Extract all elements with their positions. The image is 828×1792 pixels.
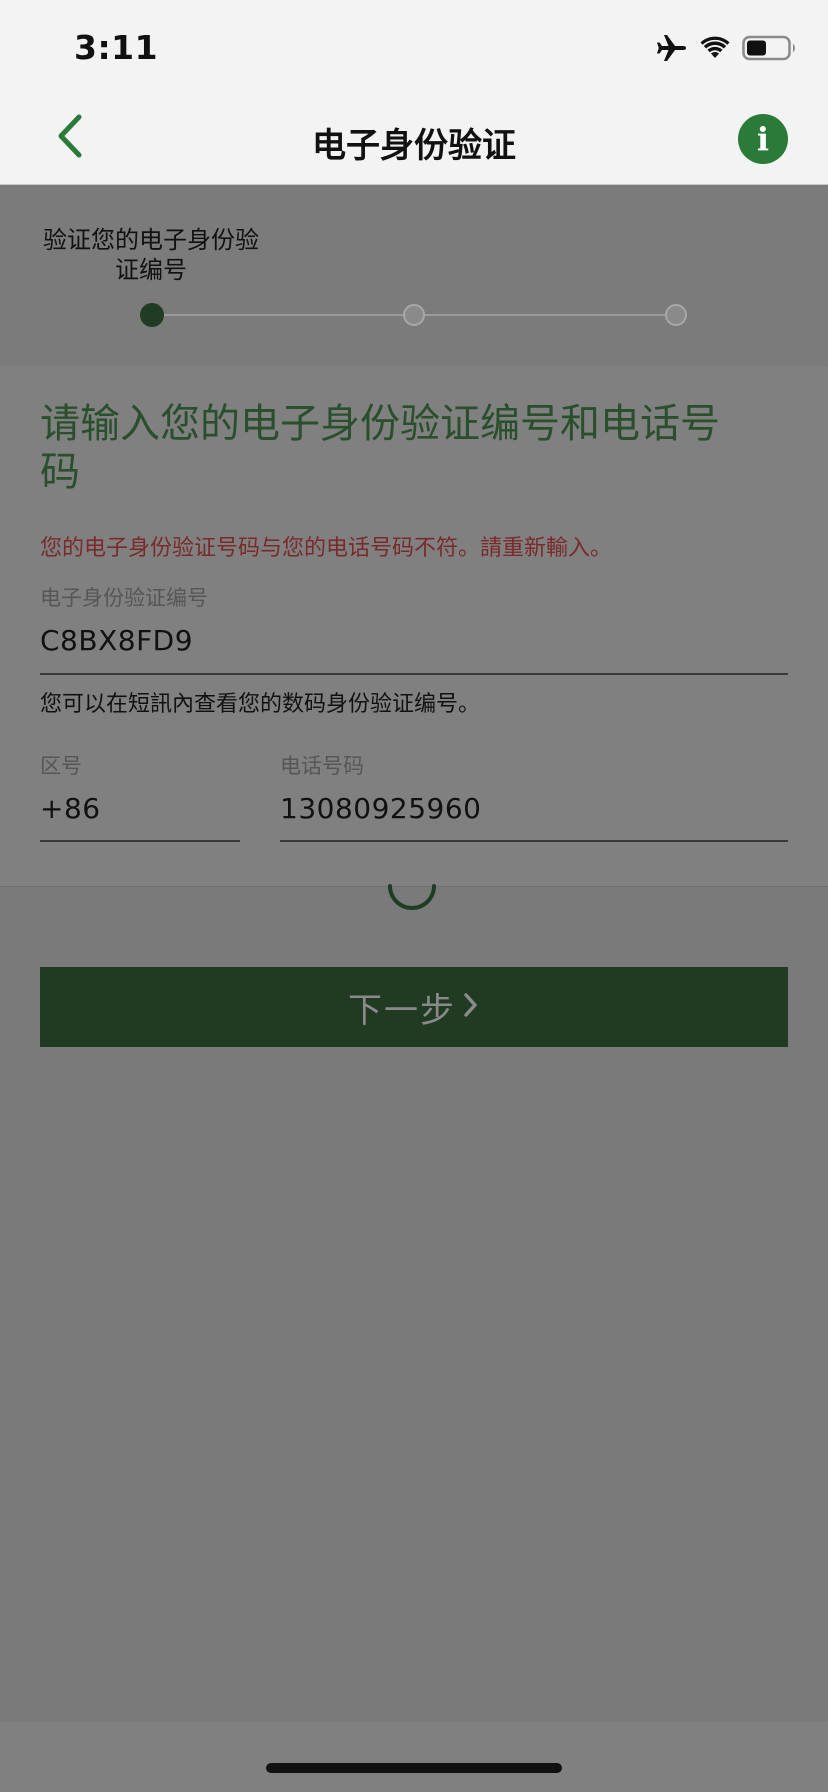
eid-underline bbox=[40, 673, 788, 675]
area-code-underline bbox=[40, 840, 240, 842]
wifi-icon bbox=[700, 36, 730, 64]
loading-spinner-icon bbox=[386, 880, 438, 920]
info-icon: i bbox=[756, 120, 770, 158]
step-dot-1 bbox=[140, 303, 164, 327]
status-bar: 3:11 bbox=[0, 0, 828, 94]
battery-icon bbox=[742, 35, 798, 65]
page-title: 电子身份验证 bbox=[312, 126, 516, 166]
eid-hint: 您可以在短訊內查看您的数码身份验证编号。 bbox=[40, 692, 481, 717]
status-icons bbox=[656, 30, 798, 70]
next-button-label: 下一步 bbox=[348, 990, 456, 1031]
eid-label: 电子身份验证编号 bbox=[40, 586, 208, 610]
area-code-input[interactable]: +86 bbox=[40, 792, 101, 825]
eid-input[interactable]: C8BX8FD9 bbox=[40, 624, 193, 657]
error-message: 您的电子身份验证号码与您的电话号码不符。請重新輸入。 bbox=[40, 536, 613, 561]
form-heading: 请输入您的电子身份验证编号和电话号码 bbox=[40, 401, 720, 495]
step-label: 验证您的电子身份验证编号 bbox=[43, 226, 259, 284]
progress-stepper: 验证您的电子身份验证编号 bbox=[0, 185, 828, 367]
nav-bar: 电子身份验证 i bbox=[0, 94, 828, 185]
chevron-right-icon bbox=[462, 990, 480, 1024]
phone-input[interactable]: 13080925960 bbox=[280, 792, 481, 825]
area-code-label: 区号 bbox=[40, 754, 82, 778]
verification-form: 请输入您的电子身份验证编号和电话号码 您的电子身份验证号码与您的电话号码不符。請… bbox=[0, 366, 828, 887]
phone-underline bbox=[280, 840, 788, 842]
home-indicator[interactable] bbox=[266, 1763, 562, 1773]
airplane-icon bbox=[656, 33, 688, 67]
phone-label: 电话号码 bbox=[280, 754, 364, 778]
step-connector-2 bbox=[422, 314, 672, 316]
step-dot-3 bbox=[665, 304, 687, 326]
step-dot-2 bbox=[403, 304, 425, 326]
status-time: 3:11 bbox=[74, 28, 159, 67]
next-button[interactable]: 下一步 bbox=[40, 967, 788, 1047]
bottom-safe-area bbox=[0, 1722, 828, 1792]
info-button[interactable]: i bbox=[738, 114, 788, 164]
step-connector-1 bbox=[152, 314, 410, 316]
